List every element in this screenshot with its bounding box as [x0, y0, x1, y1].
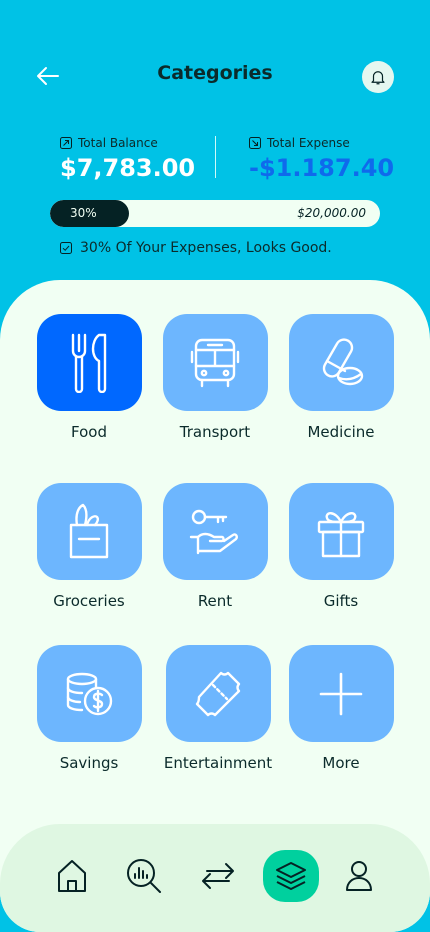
category-gifts[interactable]: Gifts — [281, 483, 401, 610]
divider — [215, 136, 216, 178]
ticket-icon — [195, 671, 241, 716]
category-label: Gifts — [323, 592, 359, 610]
notifications-button[interactable] — [362, 61, 394, 93]
analysis-icon — [127, 859, 161, 893]
expense-progress-bar: 30% $20,000.00 — [50, 200, 380, 227]
phone-screen: Categories Total Balance $7,783.00 Total… — [0, 0, 430, 932]
category-groceries[interactable]: Groceries — [29, 483, 149, 610]
status-text: 30% Of Your Expenses, Looks Good. — [80, 240, 332, 256]
coins-icon — [66, 672, 113, 715]
bell-icon — [371, 71, 385, 85]
nav-categories[interactable] — [263, 850, 319, 902]
category-label: More — [322, 754, 360, 772]
category-tile[interactable] — [162, 483, 268, 580]
category-entertainment[interactable]: Entertainment — [158, 645, 278, 772]
category-label: Entertainment — [163, 754, 273, 772]
nav-analysis[interactable] — [116, 850, 172, 902]
nav-transactions[interactable] — [190, 850, 246, 902]
category-label: Food — [71, 423, 107, 441]
category-label: Transport — [179, 423, 251, 441]
category-tile[interactable] — [288, 483, 394, 580]
category-rent[interactable]: Rent — [155, 483, 275, 610]
grocery-bag-icon — [69, 503, 109, 558]
bottom-navigation — [0, 824, 430, 932]
total-expense: Total Expense -$1.187.40 — [249, 136, 394, 182]
progress-target: $20,000.00 — [297, 206, 366, 220]
total-expense-value: -$1.187.40 — [249, 154, 395, 182]
income-arrow-icon — [60, 137, 72, 149]
total-balance: Total Balance $7,783.00 — [60, 136, 195, 182]
header: Categories — [0, 54, 430, 98]
categories-icon — [276, 862, 306, 890]
total-balance-label: Total Balance — [78, 136, 158, 150]
status-message: 30% Of Your Expenses, Looks Good. — [60, 240, 332, 256]
transfer-icon — [202, 863, 234, 889]
category-label: Medicine — [307, 423, 375, 441]
nav-profile[interactable] — [331, 850, 387, 902]
total-expense-label: Total Expense — [267, 136, 350, 150]
category-tile[interactable] — [288, 314, 394, 411]
category-tile[interactable] — [288, 645, 394, 742]
key-hand-icon — [189, 509, 238, 554]
expense-arrow-icon — [249, 137, 261, 149]
category-label: Rent — [197, 592, 233, 610]
category-medicine[interactable]: Medicine — [281, 314, 401, 441]
category-food[interactable]: Food — [29, 314, 149, 441]
progress-percent: 30% — [70, 206, 97, 220]
pill-icon — [322, 337, 364, 385]
category-tile[interactable] — [36, 314, 142, 411]
profile-icon — [346, 861, 372, 891]
total-balance-value: $7,783.00 — [60, 154, 196, 182]
category-savings[interactable]: Savings — [29, 645, 149, 772]
category-tile[interactable] — [36, 645, 142, 742]
fork-knife-icon — [71, 333, 107, 393]
category-transport[interactable]: Transport — [155, 314, 275, 441]
category-label: Savings — [59, 754, 119, 772]
bus-icon — [190, 338, 240, 387]
category-more[interactable]: More — [281, 645, 401, 772]
category-tile[interactable] — [162, 314, 268, 411]
category-tile[interactable] — [165, 645, 271, 742]
nav-home[interactable] — [44, 850, 100, 902]
check-icon — [60, 242, 72, 254]
category-tile[interactable] — [36, 483, 142, 580]
category-label: Groceries — [53, 592, 125, 610]
home-icon — [58, 860, 86, 892]
gift-icon — [317, 511, 365, 557]
plus-icon — [319, 672, 363, 715]
